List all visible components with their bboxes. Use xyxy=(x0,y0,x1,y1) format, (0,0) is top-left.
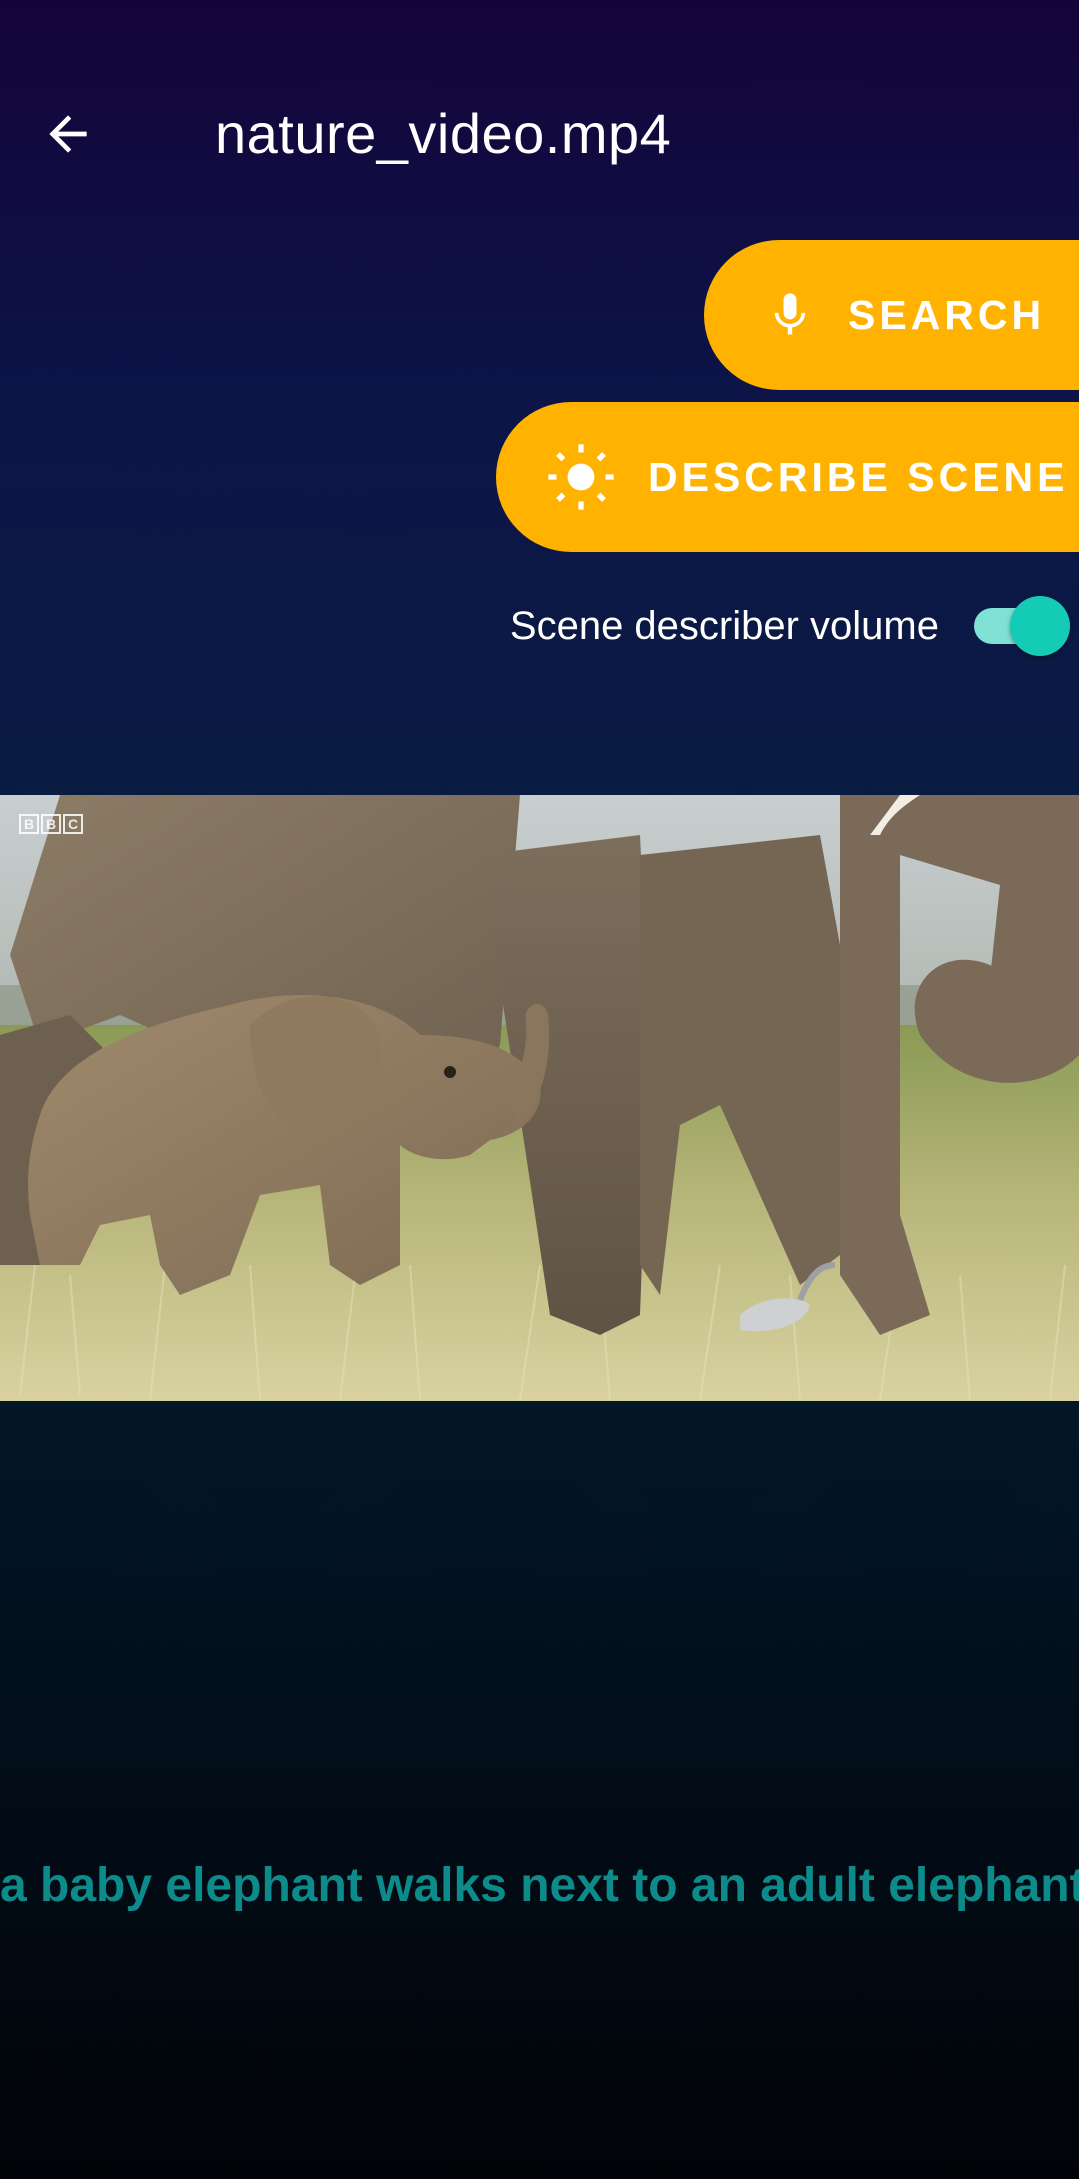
page-title: nature_video.mp4 xyxy=(215,102,672,165)
toggle-thumb xyxy=(1010,596,1070,656)
video-player[interactable]: B B C xyxy=(0,795,1079,1401)
microphone-icon xyxy=(764,284,816,346)
search-button-label: SEARCH xyxy=(848,291,1046,338)
bbc-watermark: B B C xyxy=(19,814,83,834)
scene-describer-volume-toggle[interactable] xyxy=(972,596,1072,656)
video-frame: B B C xyxy=(0,795,1079,1401)
search-button[interactable]: SEARCH xyxy=(704,240,1079,390)
svg-text:C: C xyxy=(68,816,78,832)
describe-scene-button-label: DESCRIBE SCENE xyxy=(648,453,1069,500)
back-button[interactable] xyxy=(40,98,128,170)
svg-text:B: B xyxy=(24,816,34,832)
scene-describer-volume-label: Scene describer volume xyxy=(509,604,939,648)
svg-text:B: B xyxy=(46,816,56,832)
scene-description-caption: a baby elephant walks next to an adult e… xyxy=(0,1859,1079,1912)
sun-icon xyxy=(546,442,616,512)
describe-scene-button[interactable]: DESCRIBE SCENE xyxy=(496,402,1079,552)
arrow-left-icon xyxy=(49,115,87,153)
